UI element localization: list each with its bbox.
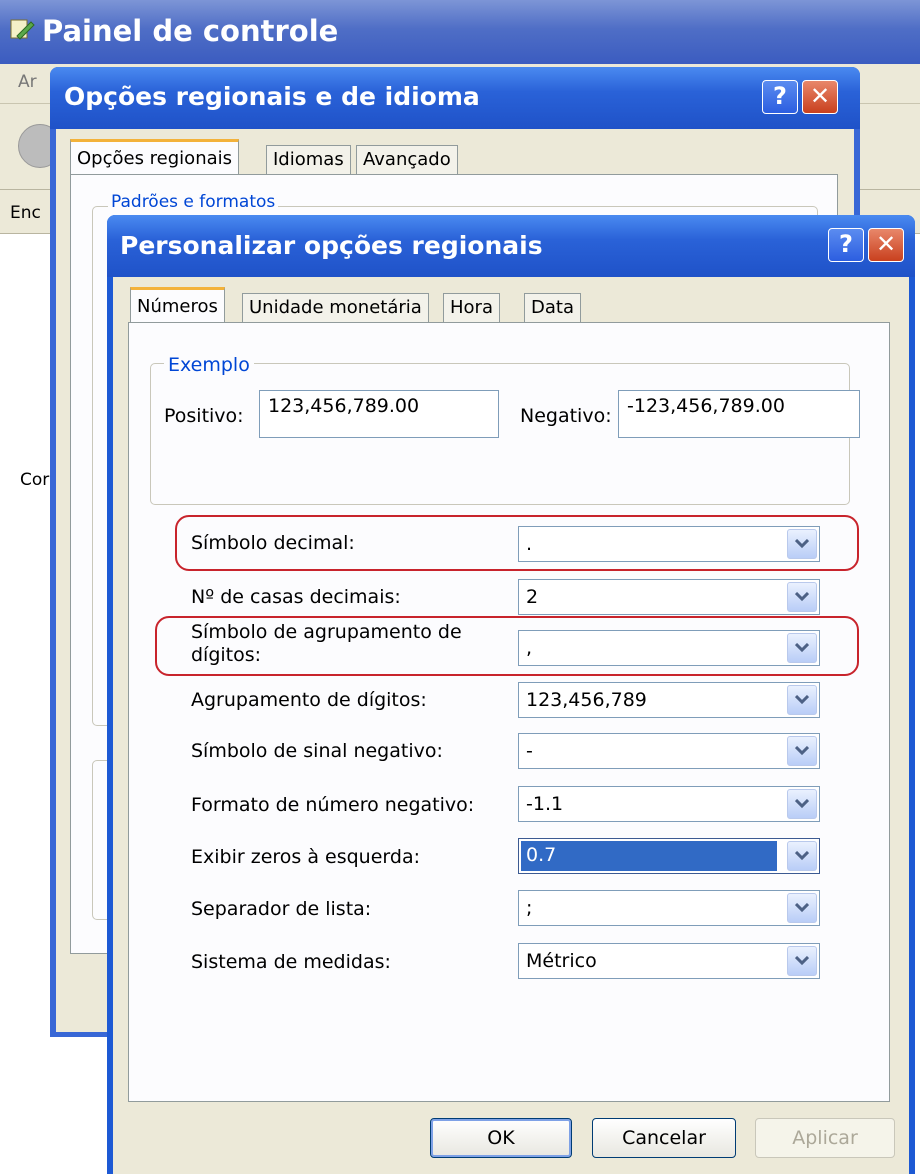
tab-opcoes-regionais[interactable]: Opções regionais [70, 139, 240, 175]
tab-data[interactable]: Data [524, 293, 581, 323]
apply-button[interactable]: Aplicar [755, 1118, 895, 1158]
help-label: ? [839, 230, 853, 258]
regional-dialog-title: Opções regionais e de idioma [64, 82, 480, 111]
field-label-negative-format: Formato de número negativo: [191, 794, 475, 816]
control-panel-icon [10, 19, 35, 40]
help-icon[interactable]: ? [828, 228, 864, 262]
field-label-grouping-symbol-line2: dígitos: [191, 644, 262, 666]
tab-label: Números [137, 296, 218, 317]
field-label-negative-sign: Símbolo de sinal negativo: [191, 740, 443, 762]
tab-label: Hora [450, 297, 493, 318]
field-label-grouping-symbol-line1: Símbolo de agrupamento de [191, 621, 462, 643]
ok-button[interactable]: OK [430, 1118, 572, 1158]
dropdown-arrow-icon[interactable] [787, 946, 817, 976]
control-panel-title: Painel de controle [42, 14, 339, 48]
tab-label: Idiomas [273, 149, 344, 170]
tab-unidade-monetaria[interactable]: Unidade monetária [242, 293, 429, 323]
digit-grouping-value: 123,456,789 [526, 689, 647, 711]
field-label-digit-grouping: Agrupamento de dígitos: [191, 689, 427, 711]
negative-sign-select[interactable]: - [518, 733, 820, 769]
decimal-places-value: 2 [526, 586, 539, 608]
dropdown-arrow-icon[interactable] [787, 736, 817, 766]
tab-hora[interactable]: Hora [443, 293, 500, 323]
positive-example-field: 123,456,789.00 [259, 390, 499, 438]
decimal-places-select[interactable]: 2 [518, 579, 820, 615]
dropdown-arrow-icon[interactable] [787, 529, 817, 559]
dropdown-arrow-icon[interactable] [787, 582, 817, 612]
address-fragment: Enc [10, 203, 41, 223]
close-icon[interactable]: ✕ [802, 80, 838, 114]
exemplo-group-label: Exemplo [164, 354, 254, 376]
cancel-button[interactable]: Cancelar [592, 1118, 736, 1158]
leading-zeros-value: 0.7 [521, 841, 777, 871]
tab-numeros[interactable]: Números [130, 287, 225, 323]
tab-label: Opções regionais [77, 148, 233, 169]
measurement-system-value: Métrico [526, 950, 597, 972]
ok-button-label: OK [487, 1127, 515, 1149]
tab-label: Avançado [363, 149, 451, 170]
cancel-button-label: Cancelar [622, 1127, 706, 1149]
tab-idiomas[interactable]: Idiomas [266, 145, 351, 175]
decimal-symbol-select[interactable]: . [518, 526, 820, 562]
positive-example-value: 123,456,789.00 [268, 395, 420, 417]
list-separator-select[interactable]: ; [518, 890, 820, 926]
dropdown-arrow-icon[interactable] [787, 685, 817, 715]
dropdown-arrow-icon[interactable] [787, 789, 817, 819]
close-icon[interactable]: ✕ [868, 228, 904, 262]
close-label: ✕ [875, 230, 897, 258]
positive-label: Positivo: [164, 405, 244, 427]
dropdown-arrow-icon[interactable] [787, 893, 817, 923]
apply-button-label: Aplicar [792, 1127, 858, 1149]
leading-zeros-select[interactable]: 0.7 [518, 838, 820, 874]
negative-example-value: -123,456,789.00 [627, 395, 785, 417]
digit-grouping-symbol-value: , [526, 637, 533, 659]
regional-dialog-titlebar: Opções regionais e de idioma [50, 67, 860, 129]
negative-example-field: -123,456,789.00 [618, 390, 860, 438]
field-label-leading-zeros: Exibir zeros à esquerda: [191, 846, 420, 868]
field-label-decimal-symbol: Símbolo decimal: [191, 532, 355, 554]
tab-label: Data [531, 297, 574, 318]
help-icon[interactable]: ? [762, 80, 798, 114]
negative-label: Negativo: [520, 405, 612, 427]
negative-format-value: -1.1 [526, 793, 564, 815]
customize-dialog-titlebar: Personalizar opções regionais [107, 215, 915, 277]
tab-avancado[interactable]: Avançado [356, 145, 458, 175]
decimal-symbol-value: . [526, 533, 533, 555]
tab-label: Unidade monetária [249, 297, 422, 318]
side-fragment: Cor [20, 470, 50, 490]
dropdown-arrow-icon[interactable] [787, 841, 817, 871]
digit-grouping-select[interactable]: 123,456,789 [518, 682, 820, 718]
menu-fragment[interactable]: Ar [18, 72, 37, 92]
field-label-list-separator: Separador de lista: [191, 898, 372, 920]
list-separator-value: ; [526, 897, 533, 919]
measurement-system-select[interactable]: Métrico [518, 943, 820, 979]
digit-grouping-symbol-select[interactable]: , [518, 630, 820, 666]
padroes-group-label: Padrões e formatos [108, 192, 279, 212]
customize-dialog-title: Personalizar opções regionais [120, 231, 543, 260]
field-label-decimal-places: Nº de casas decimais: [191, 586, 401, 608]
negative-sign-value: - [526, 740, 533, 762]
control-panel-titlebar: Painel de controle [0, 0, 920, 64]
dropdown-arrow-icon[interactable] [787, 633, 817, 663]
field-label-measurement-system: Sistema de medidas: [191, 951, 391, 973]
negative-format-select[interactable]: -1.1 [518, 786, 820, 822]
